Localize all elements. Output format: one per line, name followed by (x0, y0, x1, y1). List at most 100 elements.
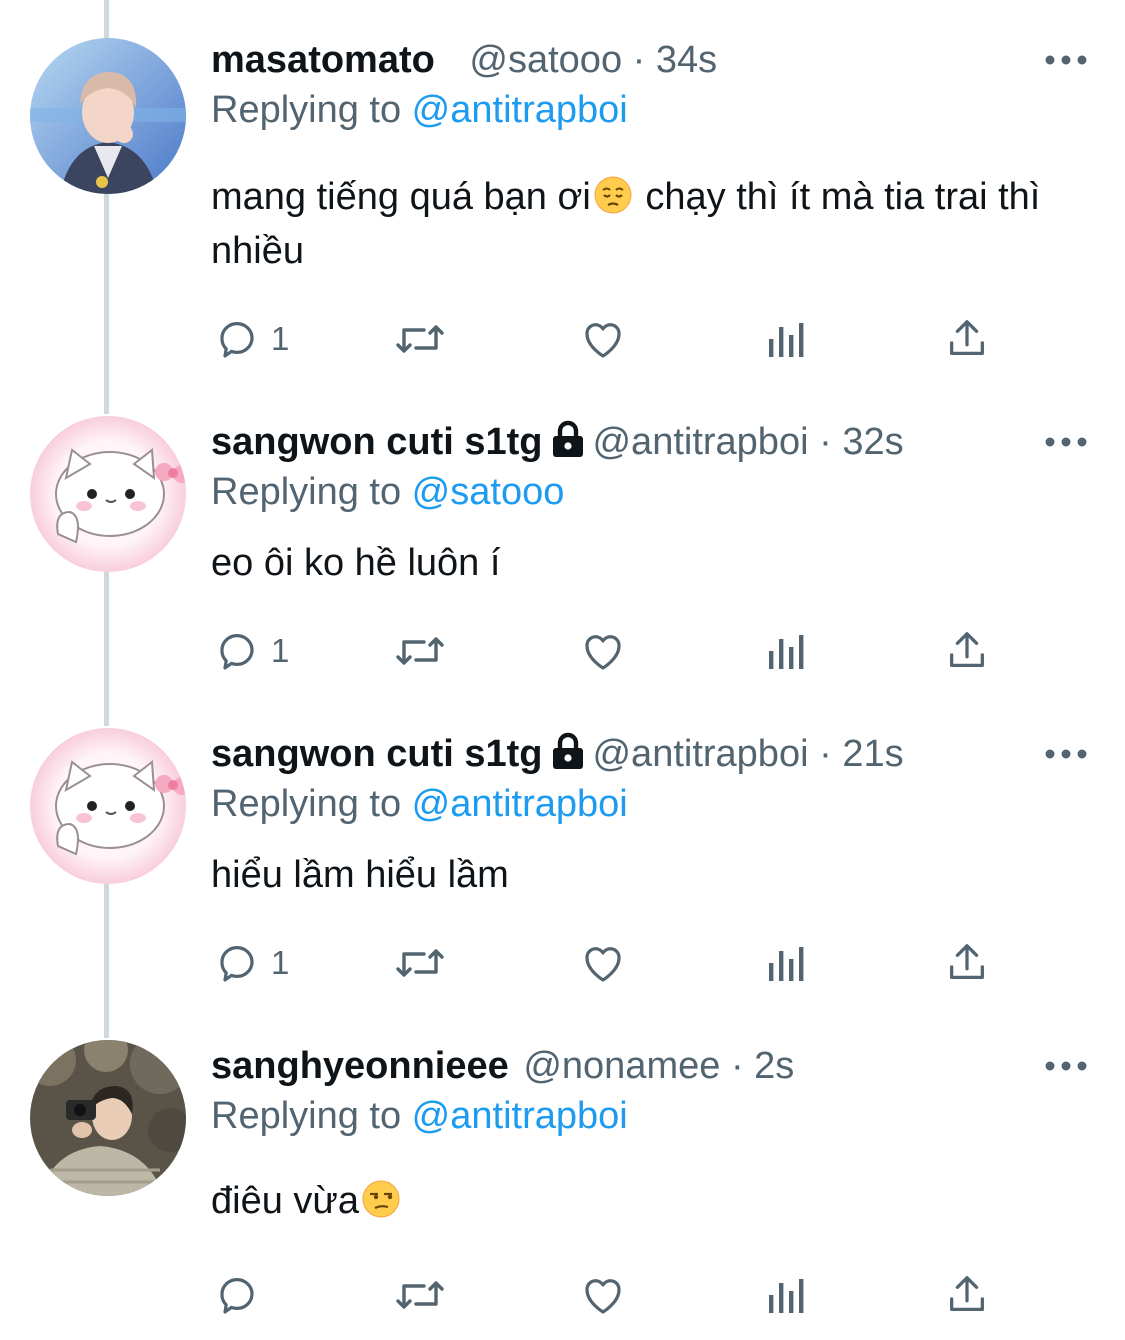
retweet-icon (396, 325, 444, 353)
tweet-header: sangwon cuti s1tg @antitrapboi · 32s (211, 416, 904, 468)
avatar[interactable] (30, 1040, 186, 1196)
separator-dot: · (819, 733, 832, 775)
separator-dot: · (819, 421, 832, 463)
avatar[interactable] (30, 38, 186, 194)
tweet-text-part: mang tiếng quá bạn ơi (211, 176, 591, 218)
tweet-header: sangwon cuti s1tg @antitrapboi · 21s (211, 728, 904, 780)
reply-icon (220, 1278, 254, 1314)
like-button[interactable] (578, 626, 628, 676)
heart-icon (585, 323, 621, 358)
replying-to-label: Replying to (211, 1095, 412, 1137)
tweet[interactable]: masatomato @satooo · 34s Replying to @an… (0, 34, 1125, 374)
retweet-button[interactable] (392, 314, 448, 364)
replying-to-mention[interactable]: @antitrapboi (412, 1095, 628, 1137)
reply-icon (220, 322, 254, 358)
unamused-face-emoji (361, 1179, 401, 1219)
heart-icon (585, 635, 621, 670)
analytics-icon (769, 323, 804, 357)
reply-button[interactable]: 1 (213, 938, 289, 988)
thread-line (104, 0, 109, 38)
replying-to: Replying to @antitrapboi (211, 778, 628, 830)
tweet[interactable]: sangwon cuti s1tg @antitrapboi · 32s Repl… (0, 416, 1125, 706)
lock-icon (550, 420, 586, 472)
username-handle[interactable]: @antitrapboi (592, 421, 808, 463)
retweet-button[interactable] (392, 1270, 448, 1320)
timestamp[interactable]: 34s (656, 39, 717, 81)
reply-icon (220, 946, 254, 982)
replying-to-label: Replying to (211, 89, 412, 131)
separator-dot: · (632, 39, 646, 81)
replying-to-mention[interactable]: @antitrapboi (412, 89, 628, 131)
share-icon (950, 944, 984, 980)
replying-to-label: Replying to (211, 471, 412, 513)
retweet-button[interactable] (392, 938, 448, 988)
tweet-actions: 1 (0, 938, 1125, 988)
replying-to-mention[interactable]: @satooo (412, 471, 565, 513)
analytics-icon (769, 635, 804, 669)
like-button[interactable] (578, 1270, 628, 1320)
tweet-text: mang tiếng quá bạn ơi chạy thì ít mà tia… (211, 170, 1071, 278)
replying-to: Replying to @antitrapboi (211, 1090, 628, 1142)
timestamp[interactable]: 21s (842, 733, 903, 775)
tweet-actions (0, 1270, 1125, 1320)
tweet[interactable]: sangwon cuti s1tg @antitrapboi · 21s Repl… (0, 728, 1125, 1018)
tweet-text: eo ôi ko hề luôn í (211, 542, 501, 584)
username-handle[interactable]: @nonamee (523, 1045, 720, 1087)
display-name[interactable]: sangwon cuti s1tg (211, 733, 542, 775)
retweet-icon (396, 637, 444, 665)
reply-count: 1 (271, 944, 290, 981)
share-button[interactable] (944, 314, 990, 364)
tweet-text-part: điêu vừa (211, 1180, 359, 1222)
reply-icon (220, 634, 254, 670)
analytics-icon (769, 947, 804, 981)
username-handle[interactable]: @satooo (469, 39, 622, 81)
replying-to-mention[interactable]: @antitrapboi (412, 783, 628, 825)
tweet-actions: 1 (0, 626, 1125, 676)
separator-dot: · (730, 1045, 744, 1087)
avatar[interactable] (30, 416, 186, 572)
views-button[interactable] (765, 938, 805, 988)
tweet[interactable]: sanghyeonnieee @nonamee · 2s Replying to… (0, 1040, 1125, 1340)
reply-count: 1 (271, 320, 290, 357)
replying-to: Replying to @satooo (211, 466, 564, 518)
views-button[interactable] (765, 314, 805, 364)
tweet-text: điêu vừa (211, 1174, 1071, 1228)
like-button[interactable] (578, 938, 628, 988)
share-button[interactable] (944, 626, 990, 676)
retweet-icon (396, 949, 444, 977)
share-button[interactable] (944, 938, 990, 988)
replying-to: Replying to @antitrapboi (211, 84, 628, 136)
heart-icon (585, 1279, 621, 1314)
more-icon[interactable] (1044, 746, 1088, 762)
timestamp[interactable]: 32s (842, 421, 903, 463)
retweet-icon (396, 1281, 444, 1309)
timestamp[interactable]: 2s (754, 1045, 794, 1087)
reply-button[interactable] (213, 1270, 271, 1320)
share-icon (950, 320, 984, 356)
username-handle[interactable]: @antitrapboi (592, 733, 808, 775)
display-name[interactable]: masatomato (211, 39, 435, 81)
reply-button[interactable]: 1 (213, 314, 289, 364)
reply-button[interactable]: 1 (213, 626, 289, 676)
tweet-header: sanghyeonnieee @nonamee · 2s (211, 1040, 794, 1092)
tweet-text: hiểu lầm hiểu lầm (211, 854, 509, 896)
analytics-icon (769, 1279, 804, 1313)
retweet-button[interactable] (392, 626, 448, 676)
avatar[interactable] (30, 728, 186, 884)
views-button[interactable] (765, 626, 805, 676)
more-icon[interactable] (1044, 1058, 1088, 1074)
tweet-actions: 1 (0, 314, 1125, 364)
views-button[interactable] (765, 1270, 805, 1320)
more-icon[interactable] (1044, 434, 1088, 450)
display-name[interactable]: sangwon cuti s1tg (211, 421, 542, 463)
reply-count: 1 (271, 632, 290, 669)
tweet-header: masatomato @satooo · 34s (211, 34, 717, 86)
share-button[interactable] (944, 1270, 990, 1320)
share-icon (950, 1276, 984, 1312)
display-name[interactable]: sanghyeonnieee (211, 1045, 509, 1087)
share-icon (950, 632, 984, 668)
lock-icon (550, 732, 586, 784)
like-button[interactable] (578, 314, 628, 364)
heart-icon (585, 947, 621, 982)
more-icon[interactable] (1044, 52, 1088, 68)
